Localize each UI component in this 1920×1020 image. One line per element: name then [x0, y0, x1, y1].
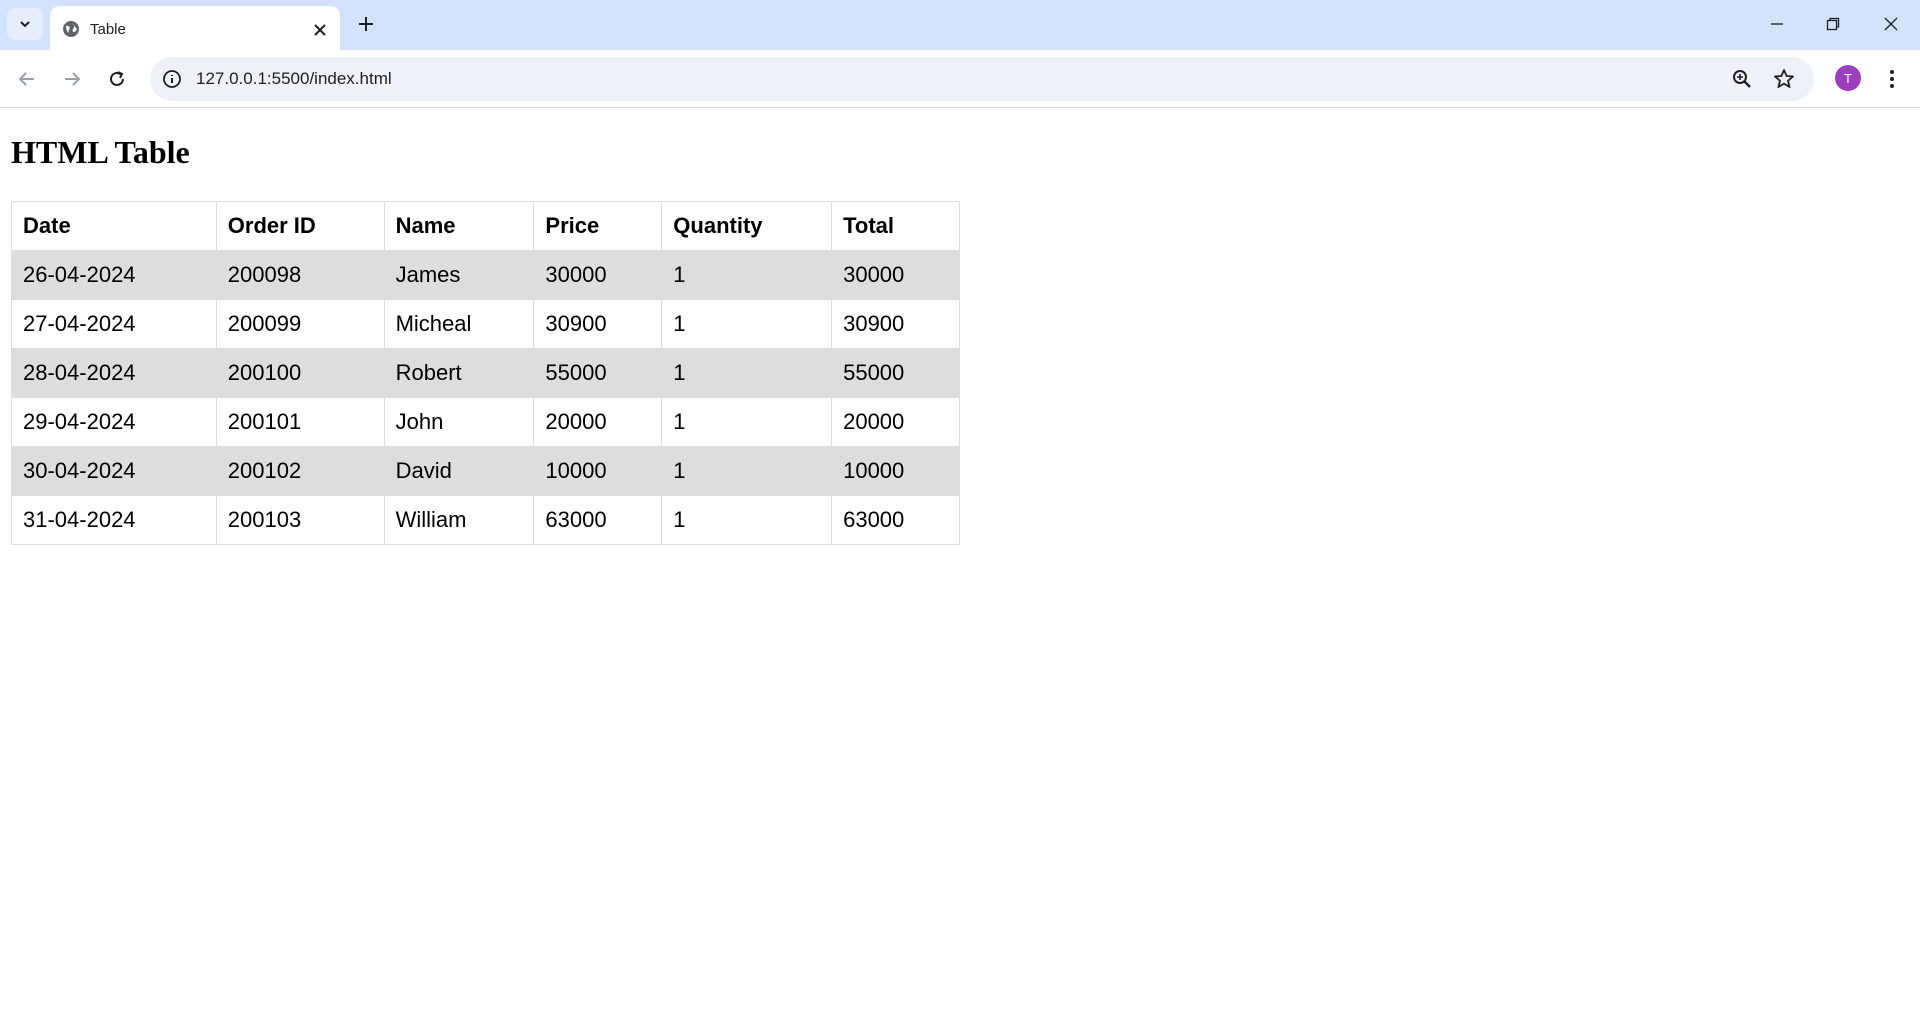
cell-price: 55000 — [533, 348, 663, 398]
header-name: Name — [383, 201, 535, 251]
profile-avatar[interactable]: T — [1835, 65, 1861, 91]
header-total: Total — [831, 201, 960, 251]
arrow-right-icon — [65, 72, 81, 86]
cell-price: 63000 — [533, 495, 663, 545]
cell-date: 30-04-2024 — [11, 446, 217, 496]
arrow-left-icon — [18, 72, 34, 86]
table-row: 27-04-2024 200099 Micheal 30900 1 30900 — [11, 299, 960, 349]
minimize-button[interactable] — [1754, 6, 1800, 42]
cell-price: 10000 — [533, 446, 663, 496]
cell-date: 29-04-2024 — [11, 397, 217, 447]
tab-close-button[interactable] — [308, 18, 332, 42]
browser-tab-strip: Table — [0, 0, 1920, 50]
page-content: HTML Table Date Order ID Name Price Quan… — [0, 109, 1920, 1020]
cell-quantity: 1 — [661, 348, 833, 398]
cell-order-id: 200101 — [215, 397, 385, 447]
header-date: Date — [11, 201, 217, 251]
cell-order-id: 200099 — [215, 299, 385, 349]
reload-button[interactable] — [100, 62, 134, 96]
restore-button[interactable] — [1810, 6, 1856, 42]
cell-quantity: 1 — [661, 446, 833, 496]
close-window-button[interactable] — [1868, 6, 1914, 42]
cell-quantity: 1 — [661, 495, 833, 545]
star-icon[interactable] — [1772, 67, 1796, 91]
header-order-id: Order ID — [215, 201, 385, 251]
back-button[interactable] — [10, 62, 44, 96]
cell-total: 55000 — [831, 348, 960, 398]
cell-total: 10000 — [831, 446, 960, 496]
info-icon[interactable] — [162, 69, 182, 89]
url-text[interactable]: 127.0.0.1:5500/index.html — [196, 69, 392, 89]
cell-total: 30000 — [831, 250, 960, 300]
reload-icon — [110, 71, 124, 86]
globe-icon — [63, 21, 79, 37]
cell-price: 30000 — [533, 250, 663, 300]
cell-order-id: 200103 — [215, 495, 385, 545]
cell-total: 20000 — [831, 397, 960, 447]
browser-toolbar: 127.0.0.1:5500/index.html T — [0, 50, 1920, 108]
cell-order-id: 200102 — [215, 446, 385, 496]
cell-date: 28-04-2024 — [11, 348, 217, 398]
cell-name: David — [383, 446, 535, 496]
table-header-row: Date Order ID Name Price Quantity Total — [11, 201, 960, 251]
cell-name: John — [383, 397, 535, 447]
page-title: HTML Table — [11, 134, 190, 170]
orders-table: Date Order ID Name Price Quantity Total … — [11, 201, 960, 545]
cell-price: 20000 — [533, 397, 663, 447]
minimize-icon — [1771, 23, 1783, 25]
tab-active[interactable]: Table — [50, 6, 340, 50]
cell-order-id: 200100 — [215, 348, 385, 398]
cell-date: 26-04-2024 — [11, 250, 217, 300]
cell-total: 63000 — [831, 495, 960, 545]
table-row: 28-04-2024 200100 Robert 55000 1 55000 — [11, 348, 960, 398]
table-row: 30-04-2024 200102 David 10000 1 10000 — [11, 446, 960, 496]
chevron-down-icon — [20, 21, 30, 28]
cell-name: William — [383, 495, 535, 545]
table-row: 29-04-2024 200101 John 20000 1 20000 — [11, 397, 960, 447]
cell-order-id: 200098 — [215, 250, 385, 300]
forward-button[interactable] — [55, 62, 89, 96]
plus-icon — [359, 17, 373, 31]
close-icon — [314, 24, 326, 36]
new-tab-button[interactable] — [352, 10, 380, 38]
cell-name: Micheal — [383, 299, 535, 349]
header-quantity: Quantity — [661, 201, 833, 251]
table-row: 31-04-2024 200103 William 63000 1 63000 — [11, 495, 960, 545]
cell-name: Robert — [383, 348, 535, 398]
tab-search-button[interactable] — [7, 8, 43, 40]
kebab-icon — [1890, 70, 1894, 88]
cell-date: 27-04-2024 — [11, 299, 217, 349]
cell-total: 30900 — [831, 299, 960, 349]
cell-quantity: 1 — [661, 250, 833, 300]
header-price: Price — [533, 201, 663, 251]
cell-name: James — [383, 250, 535, 300]
cell-date: 31-04-2024 — [11, 495, 217, 545]
restore-icon — [1826, 17, 1840, 31]
tab-title: Table — [90, 21, 126, 38]
zoom-icon[interactable] — [1730, 67, 1754, 91]
table-row: 26-04-2024 200098 James 30000 1 30000 — [11, 250, 960, 300]
browser-menu-button[interactable] — [1878, 65, 1906, 93]
cell-quantity: 1 — [661, 299, 833, 349]
address-bar[interactable]: 127.0.0.1:5500/index.html — [150, 57, 1814, 101]
cell-price: 30900 — [533, 299, 663, 349]
close-icon — [1884, 17, 1898, 31]
cell-quantity: 1 — [661, 397, 833, 447]
